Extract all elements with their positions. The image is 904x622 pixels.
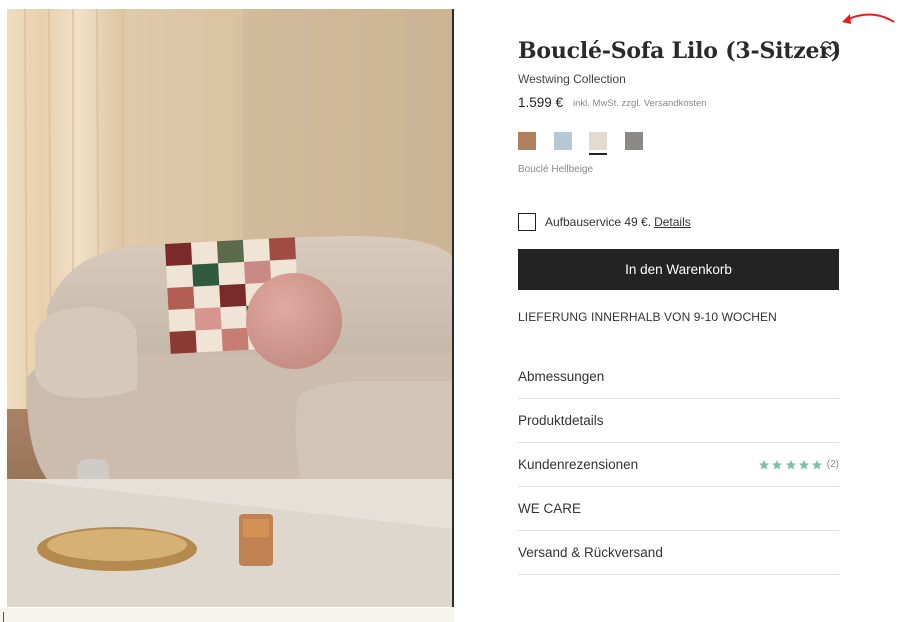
review-rating: (2) <box>758 459 839 471</box>
brand-name: Westwing Collection <box>518 72 626 86</box>
accordion-item-we-care[interactable]: WE CARE <box>518 487 839 531</box>
swatch-light-blue[interactable] <box>553 132 572 150</box>
star-icon <box>772 459 783 469</box>
product-accordion: Abmessungen Produktdetails Kundenrezensi… <box>518 355 839 575</box>
selected-color-label: Bouclé Hellbeige <box>518 164 594 175</box>
price-note: inkl. MwSt. zzgl. Versandkosten <box>573 98 707 109</box>
product-title: Bouclé-Sofa Lilo (3-Sitzer) <box>518 38 841 64</box>
heart-icon[interactable] <box>820 40 840 58</box>
review-count: (2) <box>826 459 839 470</box>
assembly-details-link[interactable]: Details <box>654 215 691 229</box>
accordion-item-reviews[interactable]: Kundenrezensionen (2) <box>518 443 839 487</box>
page-bottom-strip <box>0 608 454 622</box>
scroll-indicator <box>3 612 4 622</box>
accordion-label: Kundenrezensionen <box>518 457 639 472</box>
red-arrow-icon <box>842 13 895 24</box>
accordion-label: Versand & Rückversand <box>518 545 663 560</box>
star-icon <box>798 459 809 469</box>
sofa-photo <box>7 9 454 607</box>
add-to-cart-button[interactable]: In den Warenkorb <box>518 249 839 290</box>
star-icon <box>758 459 769 469</box>
accordion-label: Abmessungen <box>518 369 605 384</box>
swatch-grey[interactable] <box>624 132 643 150</box>
star-rating <box>758 459 825 471</box>
swatch-cognac[interactable] <box>518 132 536 150</box>
assembly-service-label: Aufbauservice 49 €. <box>545 215 652 229</box>
delivery-info: LIEFERUNG INNERHALB VON 9-10 WOCHEN <box>518 310 777 324</box>
color-swatches <box>518 132 660 155</box>
product-price: 1.599 € <box>518 95 564 110</box>
accordion-item-dimensions[interactable]: Abmessungen <box>518 355 839 399</box>
accordion-item-shipping-returns[interactable]: Versand & Rückversand <box>518 531 839 575</box>
swatch-hellbeige[interactable] <box>589 132 607 155</box>
accordion-label: Produktdetails <box>518 413 604 428</box>
image-border <box>452 9 454 607</box>
assembly-service: Aufbauservice 49 €. Details <box>518 213 691 231</box>
star-icon <box>812 459 823 469</box>
product-image[interactable] <box>7 9 454 607</box>
assembly-service-checkbox[interactable] <box>518 213 536 231</box>
accordion-label: WE CARE <box>518 501 582 516</box>
accordion-item-product-details[interactable]: Produktdetails <box>518 399 839 443</box>
star-icon <box>785 459 796 469</box>
